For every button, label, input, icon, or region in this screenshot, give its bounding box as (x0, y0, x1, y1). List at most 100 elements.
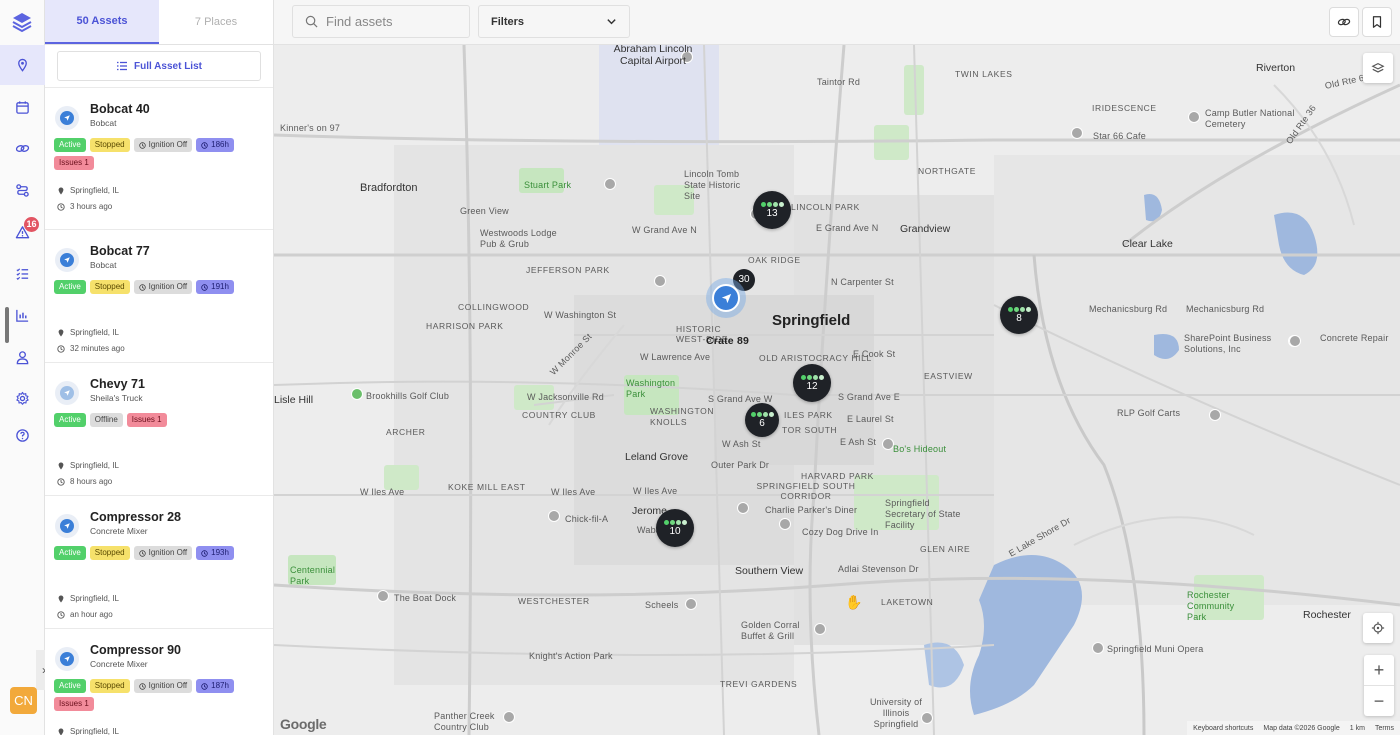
poi-marker[interactable] (604, 178, 616, 190)
keyboard-shortcuts-link[interactable]: Keyboard shortcuts (1193, 725, 1253, 732)
poi-marker[interactable] (1188, 111, 1200, 123)
asset-card[interactable]: Compressor 28 Concrete Mixer Active Stopped… (45, 496, 273, 629)
asset-card[interactable]: Chevy 71 Sheila's Truck Active Offline Issue… (45, 363, 273, 496)
clock-icon (57, 477, 65, 486)
map-label: University of Illinois Springfield (869, 697, 923, 729)
top-bar: Filters (274, 0, 1400, 45)
status-chip: Stopped (89, 546, 130, 560)
nav-calendar-icon[interactable] (0, 87, 45, 127)
zoom-out-button[interactable]: − (1364, 686, 1394, 716)
asset-card[interactable]: Bobcat 40 Bobcat Active Stopped Ignition Off… (45, 88, 273, 230)
poi-marker[interactable] (654, 275, 666, 287)
selected-asset-marker[interactable] (706, 278, 746, 318)
asset-cluster-marker[interactable]: 8 (1000, 296, 1038, 334)
zoom-in-button[interactable]: + (1364, 655, 1394, 685)
map-label: The Boat Dock (394, 593, 457, 603)
map-label: ARCHER (386, 427, 426, 437)
asset-panel: 50 Assets 7 Places Full Asset List Bobca… (45, 0, 274, 735)
nav-bar-chart-icon[interactable] (0, 295, 45, 335)
asset-card[interactable]: Compressor 90 Concrete Mixer Active Stopped… (45, 629, 273, 735)
nav-settings-gear-icon[interactable] (0, 378, 45, 418)
cluster-count: 6 (759, 417, 765, 429)
asset-cluster-marker[interactable]: 6 (745, 403, 779, 437)
asset-last-seen: 32 minutes ago (57, 344, 273, 353)
nav-link-icon[interactable] (0, 128, 45, 168)
asset-cluster-marker[interactable]: 10 (656, 509, 694, 547)
poi-marker[interactable] (1209, 409, 1221, 421)
status-chip: Ignition Off (133, 280, 193, 294)
poi-marker[interactable] (779, 518, 791, 530)
status-chip: Issues 1 (54, 156, 94, 170)
map-label: TREVI GARDENS (720, 679, 798, 689)
nav-map-icon[interactable] (0, 45, 45, 85)
map-label: Green View (460, 206, 509, 216)
poi-marker[interactable] (814, 623, 826, 635)
asset-last-seen: an hour ago (57, 610, 273, 619)
asset-location: Springfield, IL (57, 594, 273, 603)
poi-marker[interactable] (351, 388, 363, 400)
status-chip: 193h (196, 546, 234, 560)
map-label: Brookhills Golf Club (366, 391, 450, 401)
asset-name: Compressor 28 (90, 510, 182, 524)
nav-user-icon[interactable] (0, 337, 45, 377)
map-label: SharePoint Business Solutions, Inc (1184, 333, 1272, 354)
search-input[interactable] (326, 14, 456, 29)
link-icon (1337, 18, 1351, 26)
clock-icon (57, 344, 65, 353)
list-icon (117, 61, 127, 71)
nav-route-icon[interactable] (0, 170, 45, 210)
map-label: Riverton (1256, 62, 1296, 74)
asset-type: Sheila's Truck (90, 393, 143, 403)
clock-icon (57, 202, 65, 211)
asset-cluster-marker[interactable]: 13 (753, 191, 791, 229)
app-logo-icon[interactable] (10, 10, 34, 34)
terms-link[interactable]: Terms (1375, 725, 1394, 732)
map-label: Springfield Muni Opera (1107, 644, 1204, 654)
nav-checklist-icon[interactable] (0, 253, 45, 293)
poi-marker[interactable] (737, 502, 749, 514)
nav-alert-icon[interactable] (0, 212, 45, 252)
asset-chips: Active Stopped Ignition Off 191h (54, 280, 264, 294)
clock-icon (201, 682, 208, 690)
share-link-button[interactable] (1329, 7, 1359, 37)
full-asset-list-label: Full Asset List (134, 60, 202, 72)
poi-marker[interactable] (548, 510, 560, 522)
bookmark-button[interactable] (1362, 7, 1392, 37)
map-label: E Cook St (853, 349, 896, 359)
filters-dropdown[interactable]: Filters (478, 5, 630, 38)
map-label: W Washington St (544, 310, 617, 320)
map-label: Outer Park Dr (711, 460, 770, 470)
asset-type: Concrete Mixer (90, 526, 148, 536)
full-asset-list-button[interactable]: Full Asset List (57, 51, 261, 81)
tab-assets[interactable]: 50 Assets (45, 0, 159, 44)
map-layers-button[interactable] (1363, 53, 1393, 83)
poi-marker[interactable] (685, 598, 697, 610)
nav-help-icon[interactable] (0, 415, 45, 455)
search-box[interactable] (292, 5, 470, 38)
location-pin-icon (58, 595, 64, 602)
status-chip: Active (54, 280, 86, 294)
poi-marker[interactable] (1071, 127, 1083, 139)
poi-marker[interactable] (1092, 642, 1104, 654)
crosshair-icon (1371, 621, 1385, 635)
asset-name: Chevy 71 (90, 377, 145, 391)
map-label: Westwoods Lodge Pub & Grub (480, 228, 557, 249)
status-chip: Issues 1 (126, 413, 167, 427)
status-chip: 187h (196, 679, 234, 693)
map-label: Stuart Park (524, 180, 572, 190)
asset-card[interactable]: Bobcat 77 Bobcat Active Stopped Ignition Off… (45, 230, 273, 363)
map-label: Adlai Stevenson Dr (838, 564, 919, 574)
asset-cluster-marker[interactable]: 12 (793, 364, 831, 402)
status-chip: Active (54, 413, 86, 427)
my-location-button[interactable] (1363, 613, 1393, 643)
map-canvas[interactable]: Abraham Lincoln Capital Airport Bradford… (274, 45, 1400, 735)
user-avatar[interactable]: CN (10, 687, 37, 714)
map-label: N Carpenter St (831, 277, 894, 287)
poi-marker[interactable] (377, 590, 389, 602)
status-chip: Active (54, 679, 86, 693)
clock-icon (138, 549, 146, 557)
clock-icon (138, 682, 146, 690)
cluster-count: 8 (1016, 312, 1022, 324)
map-label: EASTVIEW (924, 371, 973, 381)
tab-places[interactable]: 7 Places (159, 0, 273, 44)
